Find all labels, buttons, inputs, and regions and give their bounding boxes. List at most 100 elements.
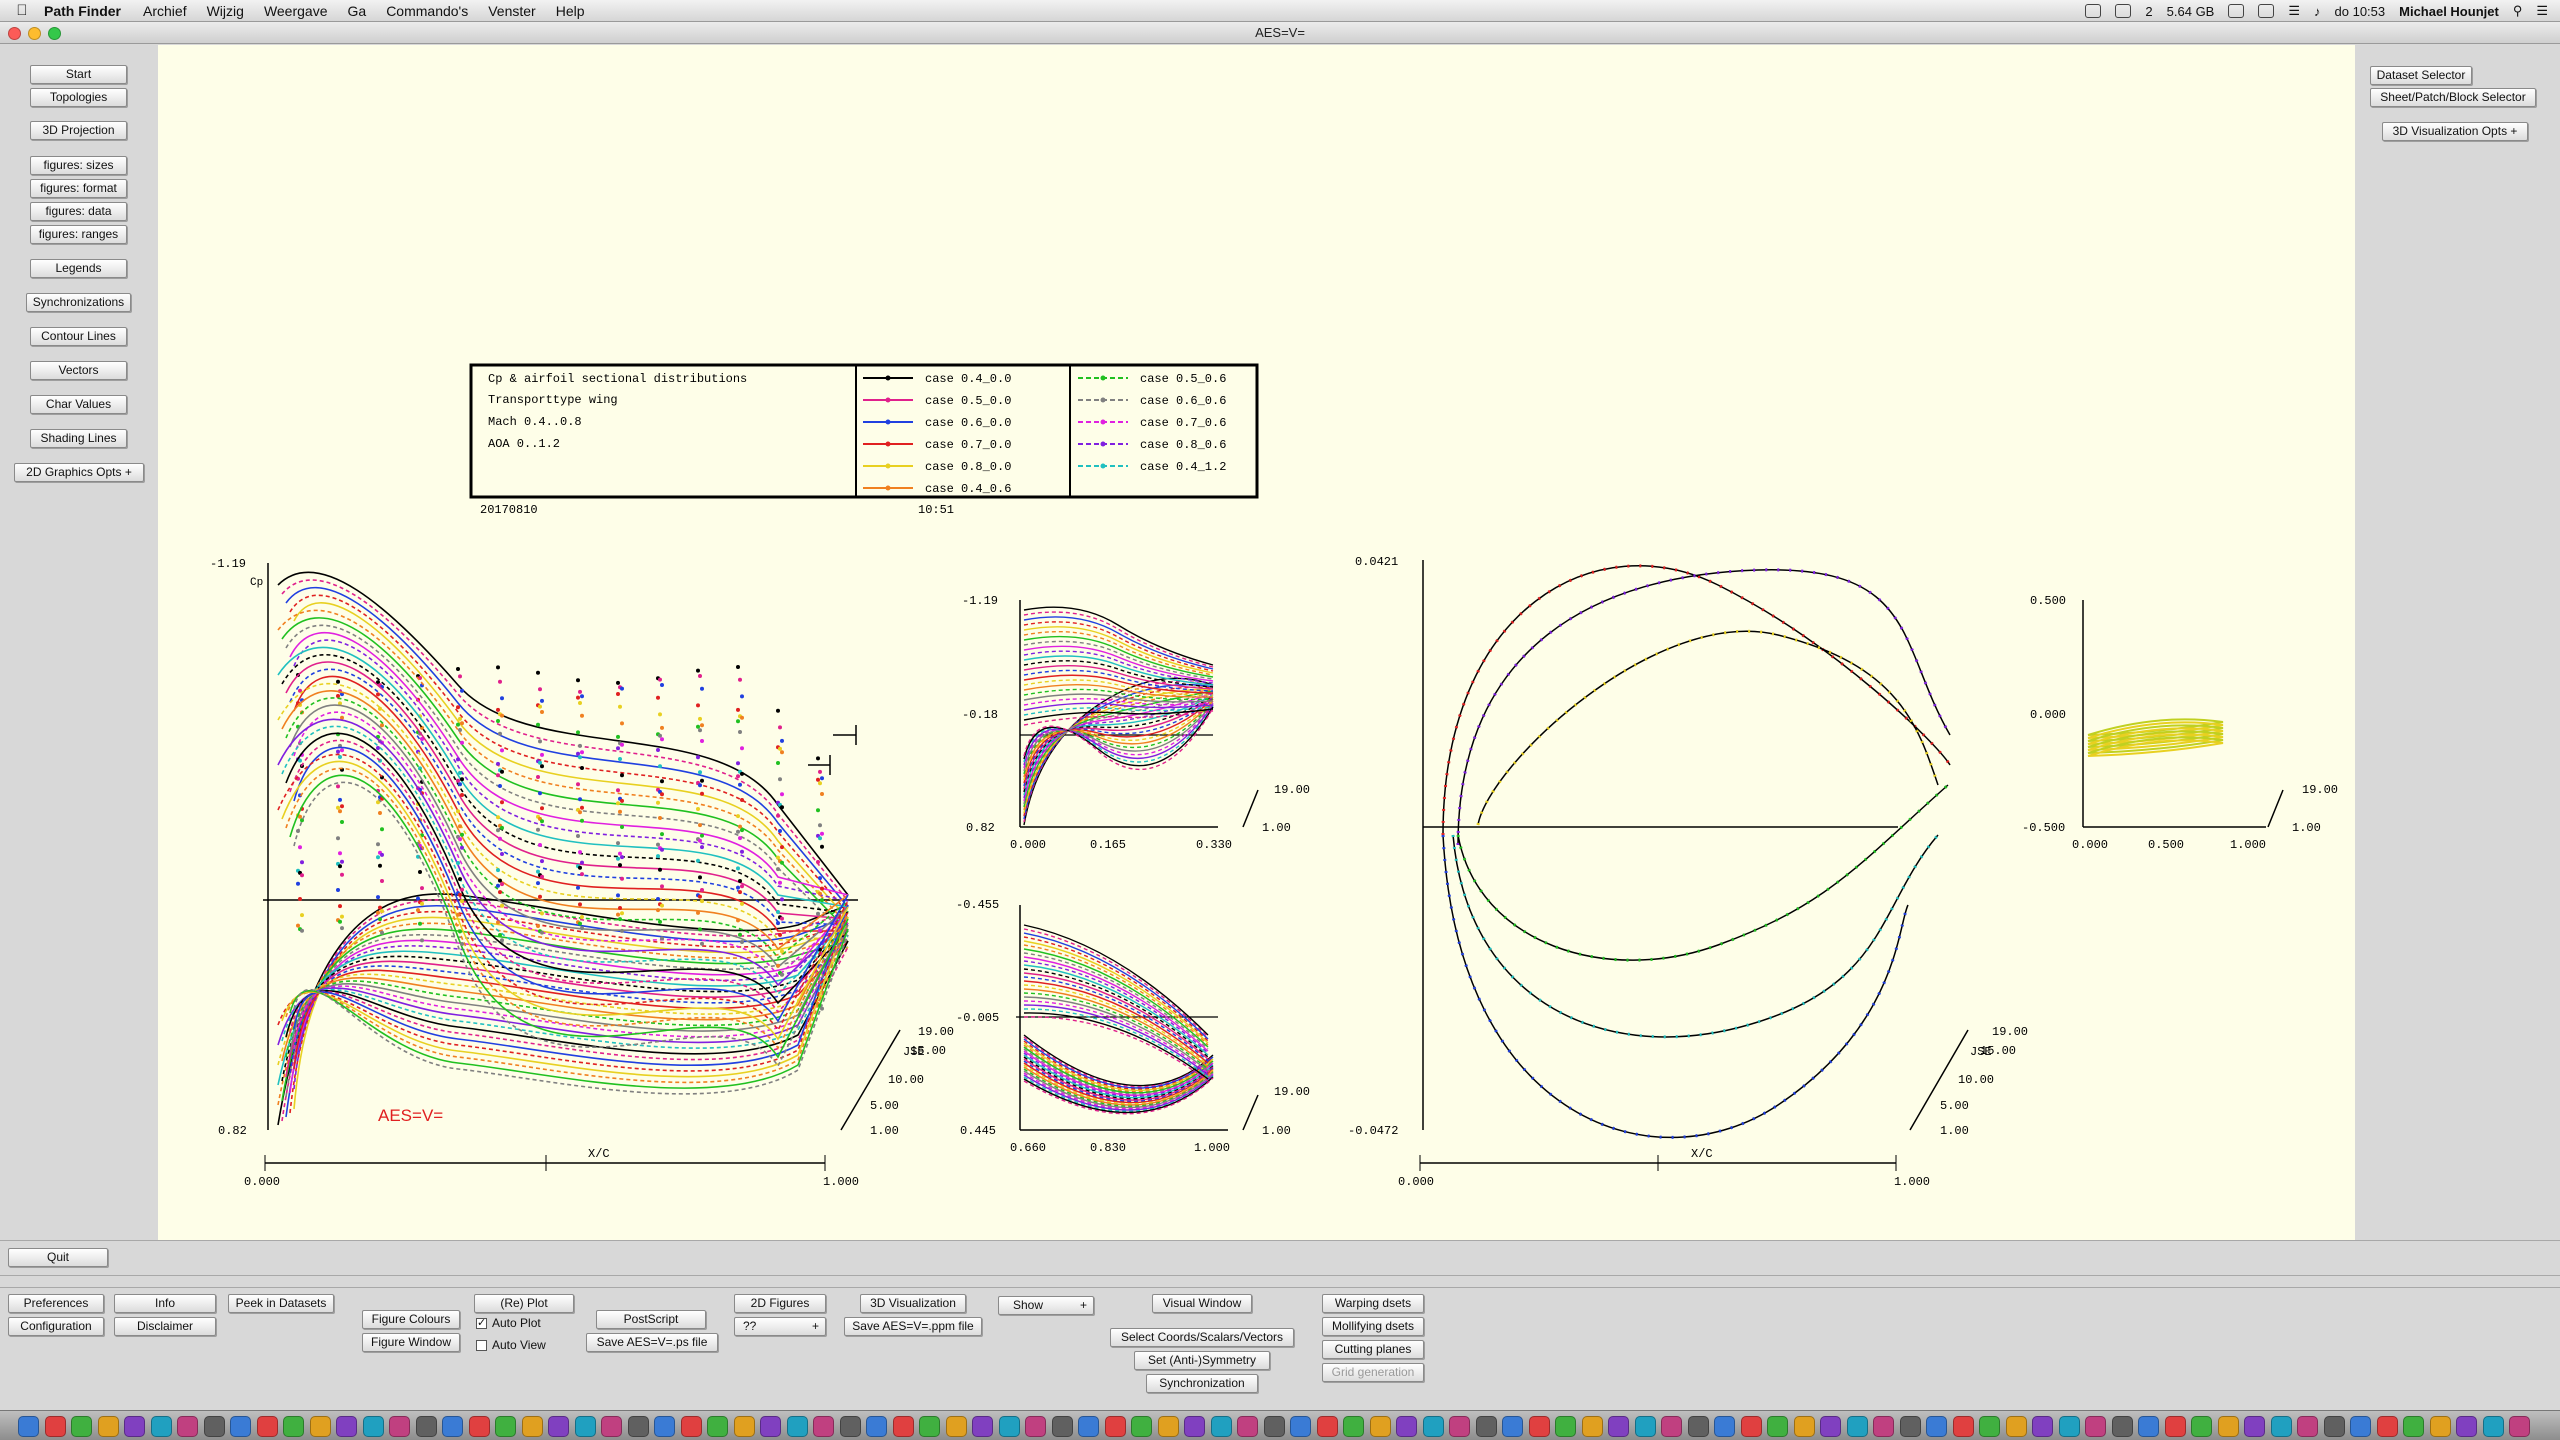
start-button[interactable]: Start	[30, 65, 127, 84]
dock-app-icon[interactable]	[1846, 1416, 1868, 1437]
dock-app-icon[interactable]	[839, 1416, 861, 1437]
dock-app-icon[interactable]	[972, 1416, 993, 1437]
dock-app-icon[interactable]	[627, 1416, 649, 1437]
dock-app-icon[interactable]	[256, 1416, 278, 1437]
topologies-button[interactable]: Topologies	[30, 88, 127, 107]
dock-app-icon[interactable]	[760, 1416, 781, 1437]
dock-app-icon[interactable]	[2244, 1416, 2265, 1437]
dock-app-icon[interactable]	[1767, 1416, 1788, 1437]
dock-app-icon[interactable]	[1290, 1416, 1311, 1437]
dock-app-icon[interactable]	[1608, 1416, 1629, 1437]
dock-app-icon[interactable]	[177, 1416, 198, 1437]
synchronizations-button[interactable]: Synchronizations	[26, 293, 131, 312]
menu-venster[interactable]: Venster	[488, 3, 535, 19]
dataset-selector-button[interactable]: Dataset Selector	[2370, 66, 2472, 85]
dock-app-icon[interactable]	[1343, 1416, 1364, 1437]
replot-button[interactable]: (Re) Plot	[474, 1294, 574, 1313]
dock-app-icon[interactable]	[2111, 1416, 2133, 1437]
status-icon[interactable]	[2085, 4, 2102, 18]
zoom-window-icon[interactable]	[48, 27, 61, 40]
dock-app-icon[interactable]	[124, 1416, 145, 1437]
menu-weergave[interactable]: Weergave	[264, 3, 328, 19]
dock-app-icon[interactable]	[230, 1416, 251, 1437]
dock-app-icon[interactable]	[1634, 1416, 1656, 1437]
auto-view-checkbox[interactable]: Auto View	[476, 1336, 546, 1354]
display-icon[interactable]	[2258, 4, 2275, 18]
dock-app-icon[interactable]	[1025, 1416, 1046, 1437]
dock-app-icon[interactable]	[2482, 1416, 2504, 1437]
dock-app-icon[interactable]	[2323, 1416, 2345, 1437]
postscript-button[interactable]: PostScript	[596, 1310, 706, 1329]
figures-data-button[interactable]: figures: data	[30, 202, 127, 221]
dock-app-icon[interactable]	[813, 1416, 834, 1437]
dock-app-icon[interactable]	[945, 1416, 967, 1437]
dock-app-icon[interactable]	[97, 1416, 119, 1437]
quit-button[interactable]: Quit	[8, 1248, 108, 1267]
dock-app-icon[interactable]	[495, 1416, 516, 1437]
dock-app-icon[interactable]	[1714, 1416, 1735, 1437]
dock-app-icon[interactable]	[1316, 1416, 1338, 1437]
menu-ga[interactable]: Ga	[348, 3, 367, 19]
dock-app-icon[interactable]	[1184, 1416, 1205, 1437]
dock-app-icon[interactable]	[1979, 1416, 2000, 1437]
2d-figures-button[interactable]: 2D Figures	[734, 1294, 826, 1313]
3d-projection-button[interactable]: 3D Projection	[30, 121, 127, 140]
dock-app-icon[interactable]	[786, 1416, 808, 1437]
dock-app-icon[interactable]	[1528, 1416, 1550, 1437]
dock-app-icon[interactable]	[2164, 1416, 2186, 1437]
show-dropdown[interactable]: Show +	[998, 1296, 1094, 1315]
dock-app-icon[interactable]	[1369, 1416, 1391, 1437]
cutting-planes-button[interactable]: Cutting planes	[1322, 1340, 1424, 1359]
dock-app-icon[interactable]	[336, 1416, 357, 1437]
dock-app-icon[interactable]	[1237, 1416, 1258, 1437]
info-button[interactable]: Info	[114, 1294, 216, 1313]
status-icon[interactable]	[2115, 4, 2132, 18]
dock-app-icon[interactable]	[1210, 1416, 1232, 1437]
dock-app-icon[interactable]	[442, 1416, 463, 1437]
dock-app-icon[interactable]	[2138, 1416, 2159, 1437]
sheet-patch-block-selector-button[interactable]: Sheet/Patch/Block Selector	[2370, 88, 2536, 107]
set-symmetry-button[interactable]: Set (Anti-)Symmetry	[1134, 1351, 1270, 1370]
dock-app-icon[interactable]	[2297, 1416, 2318, 1437]
dock-app-icon[interactable]	[203, 1416, 225, 1437]
disclaimer-button[interactable]: Disclaimer	[114, 1317, 216, 1336]
dock-app-icon[interactable]	[2058, 1416, 2080, 1437]
synchronization-button[interactable]: Synchronization	[1146, 1374, 1258, 1393]
menu-wijzig[interactable]: Wijzig	[207, 3, 244, 19]
dock-app-icon[interactable]	[2032, 1416, 2053, 1437]
dock-app-icon[interactable]	[468, 1416, 490, 1437]
figure-window-button[interactable]: Figure Window	[362, 1333, 460, 1352]
auto-plot-checkbox[interactable]: ✓ Auto Plot	[476, 1314, 541, 1332]
contour-lines-button[interactable]: Contour Lines	[30, 327, 127, 346]
warping-dsets-button[interactable]: Warping dsets	[1322, 1294, 1424, 1313]
dock-app-icon[interactable]	[654, 1416, 675, 1437]
dock-app-icon[interactable]	[680, 1416, 702, 1437]
dock-app-icon[interactable]	[1131, 1416, 1152, 1437]
legends-button[interactable]: Legends	[30, 259, 127, 278]
dock-app-icon[interactable]	[2191, 1416, 2212, 1437]
dock-app-icon[interactable]	[1740, 1416, 1762, 1437]
apple-menu-icon[interactable]: 	[0, 2, 44, 19]
visual-window-button[interactable]: Visual Window	[1152, 1294, 1252, 1313]
dock-app-icon[interactable]	[733, 1416, 755, 1437]
dock-app-icon[interactable]	[1873, 1416, 1894, 1437]
checkbox-box[interactable]: ✓	[476, 1317, 487, 1329]
dock-app-icon[interactable]	[1475, 1416, 1497, 1437]
dock-app-icon[interactable]	[1952, 1416, 1974, 1437]
vectors-button[interactable]: Vectors	[30, 361, 127, 380]
menu-commandos[interactable]: Commando's	[386, 3, 468, 19]
dock-app-icon[interactable]	[574, 1416, 596, 1437]
dock-app-icon[interactable]	[548, 1416, 569, 1437]
dock-app-icon[interactable]	[2509, 1416, 2530, 1437]
dock-app-icon[interactable]	[892, 1416, 914, 1437]
dock-app-icon[interactable]	[150, 1416, 172, 1437]
mail-icon[interactable]	[2228, 4, 2245, 18]
save-ppm-button[interactable]: Save AES=V=.ppm file	[844, 1317, 982, 1336]
shading-lines-button[interactable]: Shading Lines	[30, 429, 127, 448]
dock-app-icon[interactable]	[2456, 1416, 2477, 1437]
peek-in-datasets-button[interactable]: Peek in Datasets	[228, 1294, 334, 1313]
user-name[interactable]: Michael Hounjet	[2399, 4, 2499, 19]
dock-app-icon[interactable]	[1502, 1416, 1523, 1437]
dock-app-icon[interactable]	[1581, 1416, 1603, 1437]
dock-app-icon[interactable]	[1449, 1416, 1470, 1437]
